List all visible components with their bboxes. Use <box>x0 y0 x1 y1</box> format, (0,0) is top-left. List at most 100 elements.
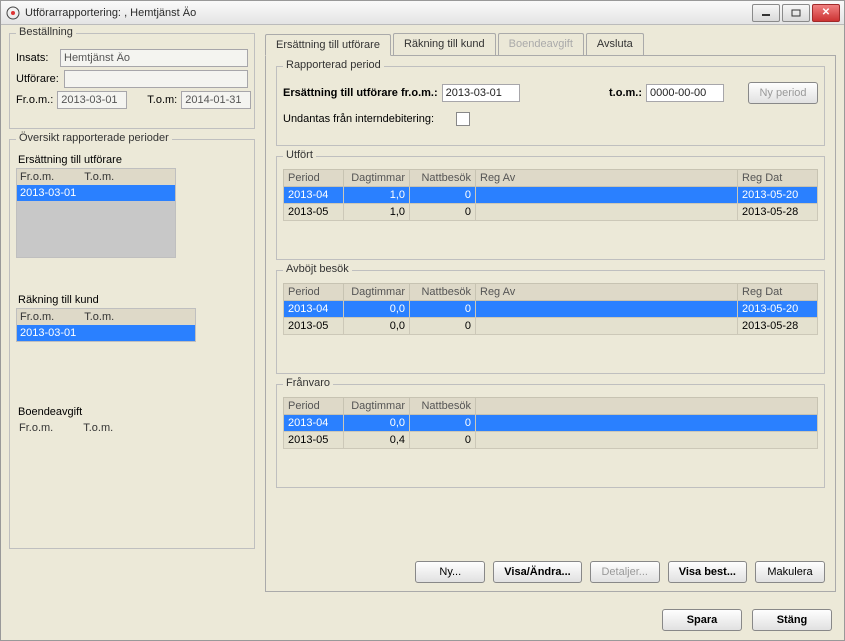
franvaro-legend: Frånvaro <box>283 377 333 389</box>
cell: 0 <box>410 301 476 318</box>
cell: 0,0 <box>344 415 410 432</box>
cell: 0 <box>410 432 476 449</box>
title-suffix: , Hemtjänst Äo <box>124 7 196 19</box>
period-from-field[interactable] <box>442 84 520 102</box>
cell: 2013-03-01 <box>20 327 76 339</box>
cell: 0,0 <box>344 301 410 318</box>
bo-sublabel: Boendeavgift <box>16 404 248 420</box>
app-window: Utförarrapportering: , Hemtjänst Äo ✕ Be… <box>0 0 845 641</box>
col-period: Period <box>284 284 344 301</box>
undantas-checkbox[interactable] <box>456 112 470 126</box>
col-period: Period <box>284 398 344 415</box>
cell <box>476 432 818 449</box>
from-label: Fr.o.m.: <box>16 94 53 106</box>
cell: 2013-05 <box>284 432 344 449</box>
col-natt: Nattbesök <box>410 398 476 415</box>
cell: 0 <box>410 415 476 432</box>
visa-best-button[interactable]: Visa best... <box>668 561 747 583</box>
insats-field <box>60 49 248 67</box>
stang-button[interactable]: Stäng <box>752 609 832 631</box>
cell: 2013-05-20 <box>738 301 818 318</box>
table-row[interactable]: 2013-05 1,0 0 2013-05-28 <box>284 204 818 221</box>
maximize-button[interactable] <box>782 4 810 22</box>
col-regdat: Reg Dat <box>738 170 818 187</box>
cell <box>476 187 738 204</box>
list-item[interactable]: 2013-03-01 <box>17 325 195 341</box>
tab-rakning[interactable]: Räkning till kund <box>393 33 496 55</box>
cell: 0,0 <box>344 318 410 335</box>
cell: 2013-05-28 <box>738 318 818 335</box>
close-button[interactable]: ✕ <box>812 4 840 22</box>
bestallning-legend: Beställning <box>16 26 76 38</box>
utfort-group: Utfört Period Dagtimmar Nattbesök Reg Av… <box>276 156 825 260</box>
col-regav: Reg Av <box>476 284 738 301</box>
spara-button[interactable]: Spara <box>662 609 742 631</box>
visa-andra-button[interactable]: Visa/Ändra... <box>493 561 581 583</box>
col-dag: Dagtimmar <box>344 170 410 187</box>
cell: 2013-05-28 <box>738 204 818 221</box>
table-row[interactable]: 2013-04 1,0 0 2013-05-20 <box>284 187 818 204</box>
list-item[interactable]: 2013-03-01 <box>17 185 175 201</box>
col-natt: Nattbesök <box>410 170 476 187</box>
tab-boendeavgift: Boendeavgift <box>498 33 584 55</box>
cell: 1,0 <box>344 187 410 204</box>
undantas-label: Undantas från interndebitering: <box>283 113 434 125</box>
utfort-legend: Utfört <box>283 149 316 161</box>
cell <box>476 318 738 335</box>
content: Beställning Insats: Utförare: Fr.o.m.: T… <box>1 25 844 640</box>
tab-bar: Ersättning till utförare Räkning till ku… <box>265 33 836 55</box>
table-row[interactable]: 2013-05 0,4 0 <box>284 432 818 449</box>
ny-button[interactable]: Ny... <box>415 561 485 583</box>
cell: 0 <box>410 204 476 221</box>
tab-avsluta[interactable]: Avsluta <box>586 33 644 55</box>
insats-label: Insats: <box>16 52 56 64</box>
period-from-label: Ersättning till utförare fr.o.m.: <box>283 87 438 99</box>
cell <box>476 204 738 221</box>
cell: 0 <box>410 187 476 204</box>
tom-field <box>181 91 251 109</box>
cell: 2013-04 <box>284 301 344 318</box>
from-field <box>57 91 127 109</box>
left-column: Beställning Insats: Utförare: Fr.o.m.: T… <box>9 33 255 592</box>
tab-ersattning[interactable]: Ersättning till utförare <box>265 34 391 56</box>
cell: 2013-05 <box>284 204 344 221</box>
cell: 2013-05-20 <box>738 187 818 204</box>
table-row[interactable]: 2013-05 0,0 0 2013-05-28 <box>284 318 818 335</box>
table-row[interactable]: 2013-04 0,0 0 <box>284 415 818 432</box>
bo-hdr-from: Fr.o.m. <box>19 422 53 434</box>
utfort-table[interactable]: Period Dagtimmar Nattbesök Reg Av Reg Da… <box>283 169 818 221</box>
bestallning-group: Beställning Insats: Utförare: Fr.o.m.: T… <box>9 33 255 129</box>
cell: 0,4 <box>344 432 410 449</box>
period-legend: Rapporterad period <box>283 59 384 71</box>
bo-hdr-tom: T.o.m. <box>83 422 113 434</box>
col-dag: Dagtimmar <box>344 398 410 415</box>
app-icon <box>5 5 21 21</box>
oversikt-legend: Översikt rapporterade perioder <box>16 132 172 144</box>
col-regdat: Reg Dat <box>738 284 818 301</box>
right-column: Ersättning till utförare Räkning till ku… <box>265 33 836 592</box>
period-tom-field[interactable] <box>646 84 724 102</box>
cell <box>476 415 818 432</box>
makulera-button[interactable]: Makulera <box>755 561 825 583</box>
col-blank <box>476 398 818 415</box>
cell: 2013-04 <box>284 415 344 432</box>
minimize-button[interactable] <box>752 4 780 22</box>
avbojt-table[interactable]: Period Dagtimmar Nattbesök Reg Av Reg Da… <box>283 283 818 335</box>
franvaro-table[interactable]: Period Dagtimmar Nattbesök 2013-04 0,0 0 <box>283 397 818 449</box>
avbojt-group: Avböjt besök Period Dagtimmar Nattbesök … <box>276 270 825 374</box>
title-prefix: Utförarrapportering: <box>25 7 121 19</box>
table-row[interactable]: 2013-04 0,0 0 2013-05-20 <box>284 301 818 318</box>
ers-list[interactable]: Fr.o.m. T.o.m. 2013-03-01 <box>16 168 176 258</box>
bo-list[interactable]: Fr.o.m. T.o.m. <box>16 420 196 436</box>
utforare-label: Utförare: <box>16 73 60 85</box>
col-natt: Nattbesök <box>410 284 476 301</box>
avbojt-legend: Avböjt besök <box>283 263 352 275</box>
detaljer-button[interactable]: Detaljer... <box>590 561 660 583</box>
col-dag: Dagtimmar <box>344 284 410 301</box>
rak-list[interactable]: Fr.o.m. T.o.m. 2013-03-01 <box>16 308 196 342</box>
rak-hdr-from: Fr.o.m. <box>20 311 54 323</box>
cell <box>476 301 738 318</box>
ers-hdr-tom: T.o.m. <box>84 171 114 183</box>
ny-period-button[interactable]: Ny period <box>748 82 818 104</box>
cell: 0 <box>410 318 476 335</box>
